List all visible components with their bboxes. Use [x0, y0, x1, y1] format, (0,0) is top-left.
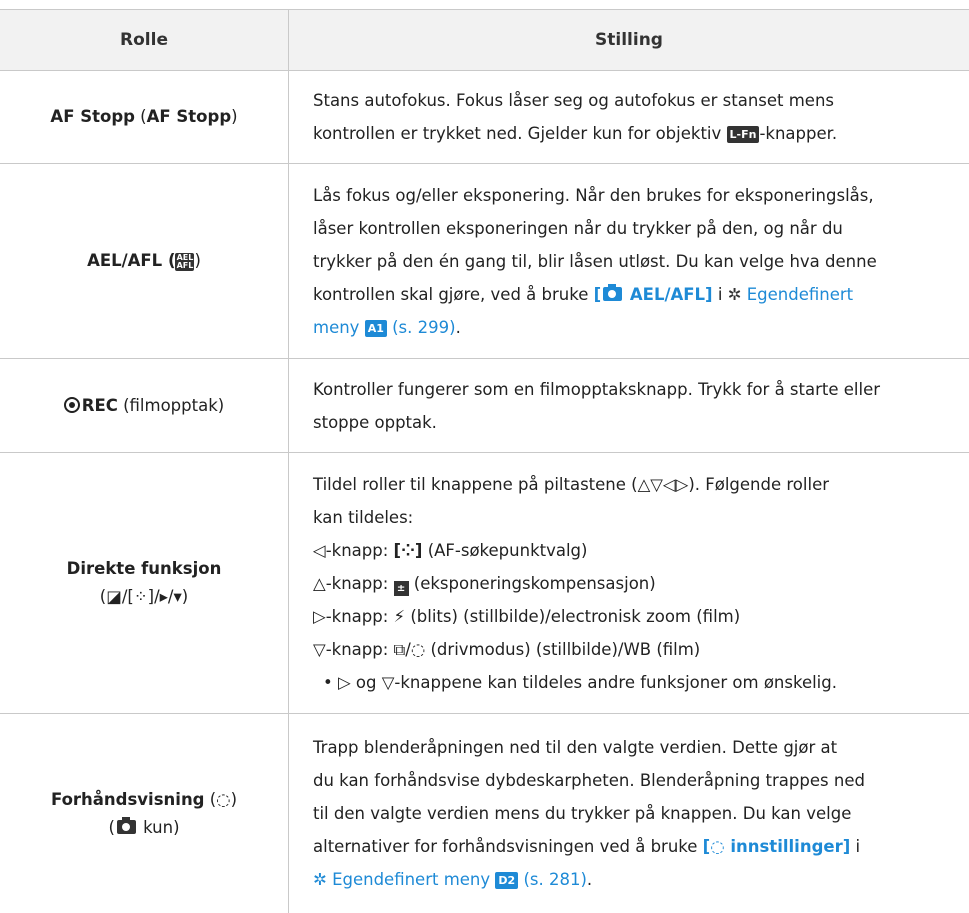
custom-menu-link-cont[interactable]: meny: [313, 318, 365, 337]
setting-cell: Kontroller fungerer som en filmopptakskn…: [313, 379, 881, 432]
role-cell: AF Stopp (AF Stopp): [50, 106, 238, 126]
table-row: Direkte funksjon (◪/[⁘]/▸/▾) Tildel roll…: [0, 453, 969, 714]
setting-cell: Tildel roller til knappene på piltastene…: [313, 474, 837, 692]
table-row: Forhåndsvisning (◌) ( kun) Trapp blender…: [0, 714, 969, 913]
role-cell: AEL/AFL (AEL AFL): [87, 251, 201, 271]
record-icon: [63, 396, 80, 413]
setting-cell: Lås fokus og/eller eksponering. Når den …: [313, 185, 877, 337]
ael-afl-icon: AEL AFL: [175, 252, 195, 271]
header-role: Rolle: [120, 30, 168, 50]
page-ref-link[interactable]: (s. 281): [518, 870, 586, 889]
lfn-icon: L-Fn: [726, 125, 760, 143]
column-divider: [288, 9, 289, 70]
header-setting: Stilling: [595, 30, 663, 50]
column-divider: [288, 70, 289, 913]
role-cell: Forhåndsvisning (◌) ( kun): [50, 789, 238, 837]
role-cell: Direkte funksjon (◪/[⁘]/▸/▾): [66, 559, 222, 606]
ael-afl-link[interactable]: [ AEL/AFL]: [594, 283, 713, 304]
setting-cell: Trapp blenderåpningen ned til den valgte…: [313, 738, 865, 889]
table-row: REC (filmopptak) Kontroller fungerer som…: [0, 359, 969, 453]
table-row: AEL/AFL (AEL AFL) Lås fokus og/eller eksp…: [0, 164, 969, 359]
gear-icon: ✲: [313, 870, 327, 889]
custom-menu-link[interactable]: Egendefinert meny: [327, 870, 496, 889]
preview-settings-link[interactable]: [◌ innstillinger]: [703, 837, 851, 856]
role-cell: REC (filmopptak): [0, 359, 288, 452]
setting-cell: Stans autofokus. Fokus låser seg og auto…: [313, 90, 838, 143]
table-row: AF Stopp (AF Stopp) Stans autofokus. Fok…: [0, 70, 969, 164]
camera-icon: [116, 816, 136, 834]
menu-a1-icon: A1: [364, 319, 387, 337]
page-ref-link[interactable]: (s. 299): [387, 318, 455, 337]
table-header: Rolle Stilling: [0, 9, 969, 71]
exposure-comp-icon: ±: [393, 580, 409, 596]
custom-menu-link[interactable]: Egendefinert: [742, 285, 853, 304]
camera-icon: [603, 283, 623, 301]
menu-d2-icon: D2: [495, 872, 519, 889]
gear-icon: ✲: [727, 284, 742, 304]
